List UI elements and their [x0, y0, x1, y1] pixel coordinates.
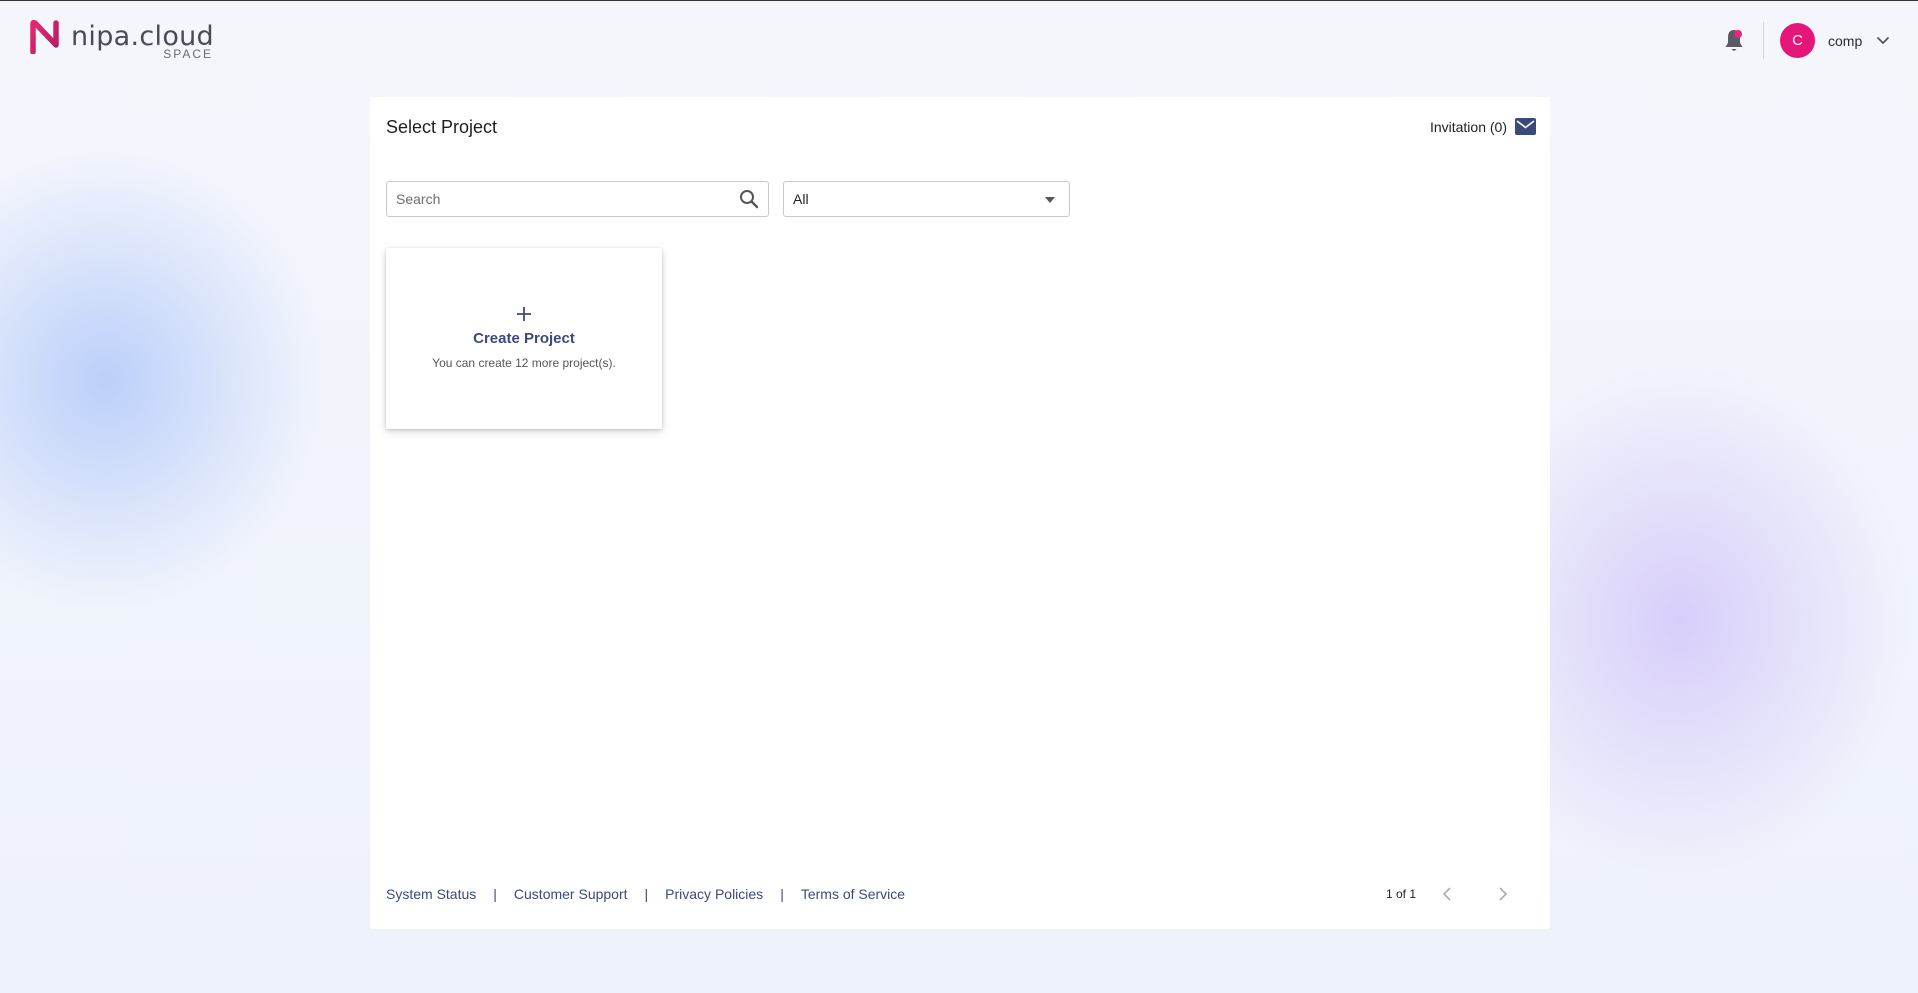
- nipa-logo-icon: [30, 20, 59, 54]
- invitation-label: Invitation (0): [1429, 118, 1507, 135]
- chevron-left-icon: [1442, 887, 1451, 901]
- page-title: Select Project: [386, 117, 498, 137]
- previous-page-button[interactable]: [1436, 883, 1458, 905]
- select-project-panel: Select Project Invitation (0) All Create…: [370, 97, 1550, 929]
- next-page-button[interactable]: [1492, 883, 1514, 905]
- create-project-title: Create Project: [473, 330, 575, 347]
- nipa-cloud-logo[interactable]: nipa.cloud SPACE: [30, 20, 221, 61]
- customer-support-link[interactable]: Customer Support: [514, 886, 628, 902]
- notification-dot: [1734, 30, 1742, 38]
- window-top-border: [0, 0, 1918, 1]
- user-menu[interactable]: C comp: [1780, 23, 1890, 58]
- footer-separator: |: [780, 886, 784, 902]
- pagination: 1 of 1: [1386, 883, 1514, 905]
- logo-text: nipa.cloud SPACE: [71, 20, 221, 61]
- terms-of-service-link[interactable]: Terms of Service: [801, 886, 905, 902]
- invitation-button[interactable]: Invitation (0): [1430, 118, 1536, 135]
- page-count: 1 of 1: [1385, 887, 1416, 901]
- footer-links: System Status | Customer Support | Priva…: [386, 886, 905, 902]
- search-box: [386, 181, 769, 217]
- chevron-down-icon: [1877, 36, 1890, 44]
- privacy-policies-link[interactable]: Privacy Policies: [665, 886, 763, 902]
- mail-icon: [1515, 118, 1536, 135]
- footer-separator: |: [493, 886, 497, 902]
- logo-subtitle: SPACE: [163, 47, 213, 61]
- avatar: C: [1780, 23, 1815, 58]
- search-input[interactable]: [387, 182, 727, 216]
- filter-selected-value: All: [793, 191, 809, 207]
- footer-separator: |: [644, 886, 649, 902]
- create-project-card[interactable]: Create Project You can create 12 more pr…: [386, 248, 662, 429]
- user-name: comp: [1828, 32, 1863, 49]
- caret-down-icon: [1045, 197, 1055, 203]
- system-status-link[interactable]: System Status: [386, 886, 476, 902]
- search-icon[interactable]: [739, 189, 759, 209]
- plus-icon: [517, 307, 531, 321]
- project-filter-select[interactable]: All: [783, 181, 1070, 217]
- header-divider: [1763, 22, 1764, 59]
- chevron-right-icon: [1499, 887, 1508, 901]
- create-project-quota: You can create 12 more project(s).: [432, 356, 616, 370]
